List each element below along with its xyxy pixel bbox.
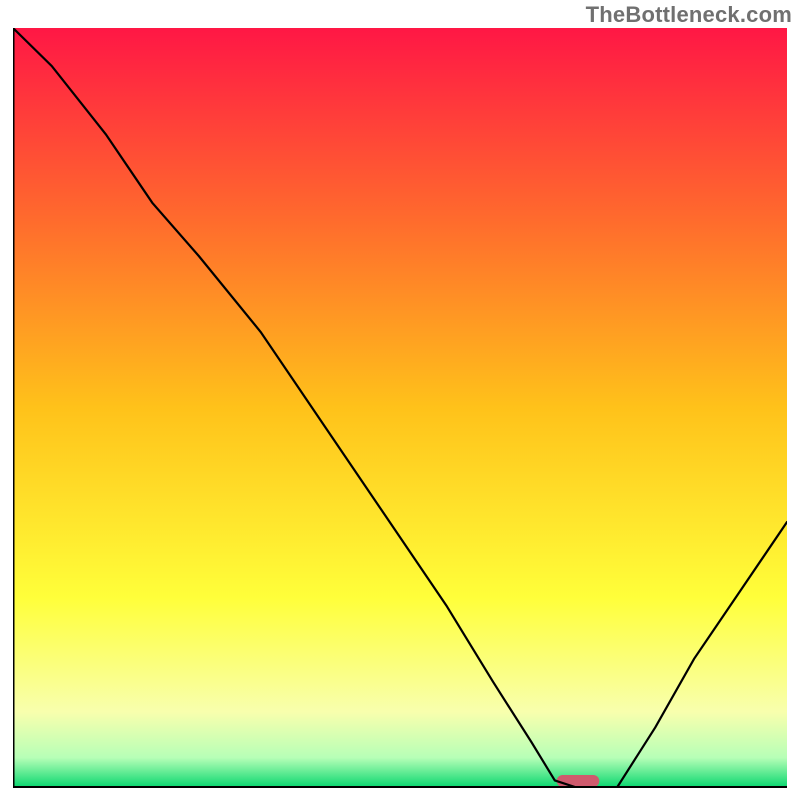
watermark-text: TheBottleneck.com <box>586 2 792 28</box>
gradient-background <box>13 28 787 788</box>
optimal-marker <box>557 775 600 787</box>
plot-area <box>13 28 787 788</box>
chart-stage: TheBottleneck.com <box>0 0 800 800</box>
chart-svg <box>13 28 787 788</box>
